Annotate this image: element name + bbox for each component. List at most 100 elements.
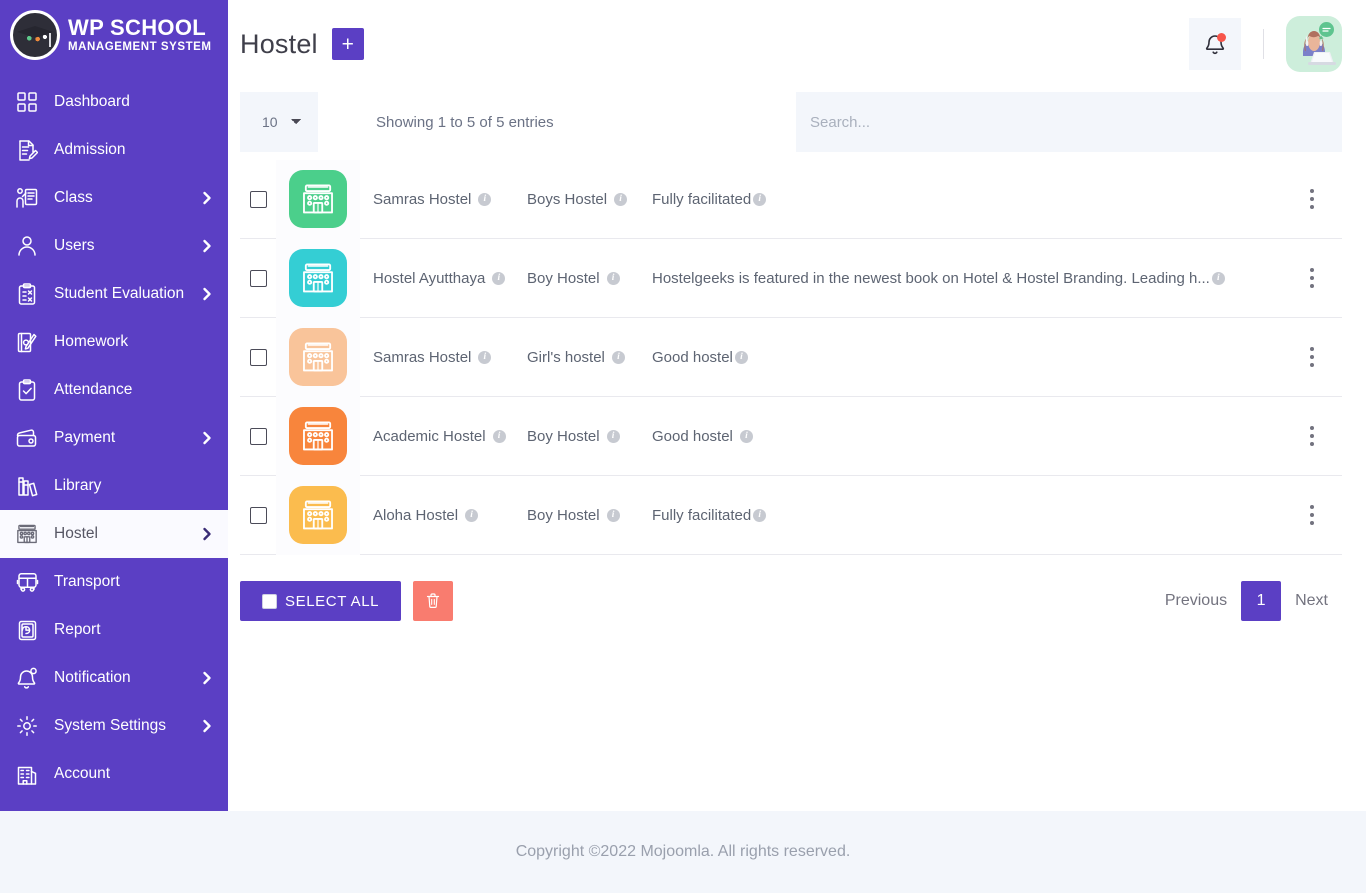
user-avatar[interactable] xyxy=(1286,16,1342,72)
type-info-icon[interactable]: i xyxy=(606,508,620,522)
sidebar-item-label: Library xyxy=(54,477,102,494)
sidebar-item-library[interactable]: Library xyxy=(0,462,228,510)
sidebar-item-account[interactable]: Account xyxy=(0,750,228,798)
notification-bell-button[interactable] xyxy=(1189,18,1241,70)
sidebar-item-report[interactable]: Report xyxy=(0,606,228,654)
search-input[interactable] xyxy=(796,92,1342,152)
chevron-right-icon[interactable] xyxy=(200,527,214,541)
report-icon xyxy=(14,619,40,642)
main-content: Hostel + 10 Showing 1 to 5 of 5 entries … xyxy=(228,0,1366,811)
table-row: Hostel Ayutthaya i Boy Hostel i Hostelge… xyxy=(240,238,1342,318)
row-thumbnail-cell xyxy=(276,238,360,318)
sidebar-item-hostel[interactable]: Hostel xyxy=(0,510,228,558)
row-name-cell: Hostel Ayutthaya i xyxy=(360,270,527,287)
table-toolbar: 102550100 Showing 1 to 5 of 5 entries xyxy=(228,92,1366,152)
add-hostel-button[interactable]: + xyxy=(331,28,364,60)
row-actions-cell xyxy=(1282,343,1342,371)
type-info-icon[interactable]: i xyxy=(606,429,620,443)
chevron-right-icon[interactable] xyxy=(200,191,214,205)
sidebar-item-users[interactable]: Users xyxy=(0,222,228,270)
description-info-icon[interactable]: i xyxy=(753,508,767,522)
bell-icon xyxy=(14,667,40,690)
row-checkbox[interactable] xyxy=(249,190,267,208)
name-info-icon[interactable]: i xyxy=(478,350,492,364)
row-checkbox[interactable] xyxy=(249,506,267,524)
select-all-checkbox[interactable] xyxy=(262,593,277,609)
brand-title: WP SCHOOL xyxy=(68,14,206,40)
row-type-cell: Boys Hostel i xyxy=(527,191,652,208)
row-description-cell: Fully facilitated i xyxy=(652,191,1282,208)
clipboard-x-icon xyxy=(14,282,40,306)
row-select-cell xyxy=(240,348,276,366)
sidebar-item-label: Report xyxy=(54,621,101,638)
type-info-icon[interactable]: i xyxy=(611,350,625,364)
sidebar-item-homework[interactable]: Homework xyxy=(0,318,228,366)
row-type-cell: Boy Hostel i xyxy=(527,270,652,287)
row-name-cell: Aloha Hostel i xyxy=(360,507,527,524)
sidebar-item-label: Class xyxy=(54,189,93,206)
kebab-menu-icon[interactable] xyxy=(1306,264,1318,292)
description-info-icon[interactable]: i xyxy=(753,192,767,206)
description-info-icon[interactable]: i xyxy=(734,350,748,364)
table-row: Academic Hostel i Boy Hostel i Good host… xyxy=(240,396,1342,476)
chevron-right-icon[interactable] xyxy=(200,719,214,733)
hostel-name: Samras Hostel xyxy=(373,348,472,366)
type-info-icon[interactable]: i xyxy=(614,192,628,206)
sidebar-item-label: System Settings xyxy=(54,717,166,734)
support-agent-avatar-icon xyxy=(1303,22,1336,65)
row-actions-cell xyxy=(1282,422,1342,450)
name-info-icon[interactable]: i xyxy=(492,429,506,443)
description-info-icon[interactable]: i xyxy=(1211,271,1225,285)
row-type-cell: Boy Hostel i xyxy=(527,428,652,445)
wallet-icon xyxy=(14,427,40,449)
kebab-menu-icon[interactable] xyxy=(1306,422,1318,450)
sidebar-item-notification[interactable]: Notification xyxy=(0,654,228,702)
name-info-icon[interactable]: i xyxy=(465,508,479,522)
pagination-next[interactable]: Next xyxy=(1281,581,1342,621)
sidebar: WP SCHOOL MANAGEMENT SYSTEM Dashboard Adm… xyxy=(0,0,228,811)
sidebar-item-attendance[interactable]: Attendance xyxy=(0,366,228,414)
row-checkbox[interactable] xyxy=(249,348,267,366)
sidebar-item-student-evaluation[interactable]: Student Evaluation xyxy=(0,270,228,318)
sidebar-item-label: Account xyxy=(54,765,111,782)
page-length-select[interactable]: 102550100 xyxy=(240,92,318,152)
pagination-previous[interactable]: Previous xyxy=(1151,581,1241,621)
sidebar-item-admission[interactable]: Admission xyxy=(0,126,228,174)
hostel-type: Boy Hostel xyxy=(527,506,600,524)
chevron-right-icon[interactable] xyxy=(200,431,214,445)
select-all-button[interactable]: SELECT ALL xyxy=(240,581,402,621)
sidebar-item-label: Dashboard xyxy=(54,93,130,110)
sidebar-item-system-settings[interactable]: System Settings xyxy=(0,702,228,750)
delete-selected-button[interactable] xyxy=(413,581,454,621)
brand[interactable]: WP SCHOOL MANAGEMENT SYSTEM xyxy=(0,0,228,70)
type-info-icon[interactable]: i xyxy=(606,271,620,285)
row-thumbnail-cell xyxy=(276,317,360,397)
sidebar-item-label: Student Evaluation xyxy=(54,285,185,302)
row-checkbox[interactable] xyxy=(249,269,267,287)
sidebar-nav: Dashboard Admission Class Users Student Eval… xyxy=(0,70,228,798)
row-actions-cell xyxy=(1282,264,1342,292)
hostel-description: Fully facilitated xyxy=(652,190,752,208)
sidebar-item-transport[interactable]: Transport xyxy=(0,558,228,606)
chevron-right-icon[interactable] xyxy=(200,239,214,253)
kebab-menu-icon[interactable] xyxy=(1306,343,1318,371)
chevron-right-icon[interactable] xyxy=(200,671,214,685)
pagination-page-1[interactable]: 1 xyxy=(1241,581,1282,621)
sidebar-item-payment[interactable]: Payment xyxy=(0,414,228,462)
row-thumbnail-cell xyxy=(276,159,360,239)
sidebar-item-dashboard[interactable]: Dashboard xyxy=(0,78,228,126)
kebab-menu-icon[interactable] xyxy=(1306,501,1318,529)
description-info-icon[interactable]: i xyxy=(739,429,753,443)
name-info-icon[interactable]: i xyxy=(478,192,492,206)
row-description-cell: Good hostel i xyxy=(652,428,1282,445)
user-icon xyxy=(14,235,40,257)
sidebar-item-class[interactable]: Class xyxy=(0,174,228,222)
name-info-icon[interactable]: i xyxy=(492,271,506,285)
row-checkbox[interactable] xyxy=(249,427,267,445)
topbar-divider xyxy=(1263,29,1264,59)
kebab-menu-icon[interactable] xyxy=(1306,185,1318,213)
hostel-type: Girl's hostel xyxy=(527,348,605,366)
chevron-right-icon[interactable] xyxy=(200,287,214,301)
row-description-cell: Good hostel i xyxy=(652,349,1282,366)
row-select-cell xyxy=(240,190,276,208)
